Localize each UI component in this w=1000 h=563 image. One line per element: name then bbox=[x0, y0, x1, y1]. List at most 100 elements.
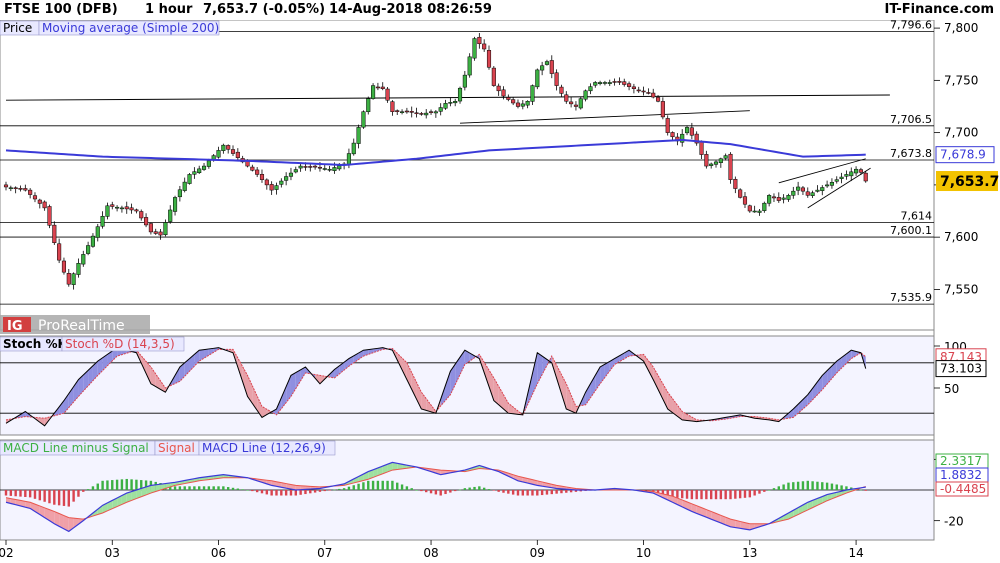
candle-body bbox=[854, 168, 859, 174]
macd-histogram-bar bbox=[705, 490, 708, 500]
macd-histogram-bar bbox=[864, 490, 867, 491]
candle-body bbox=[578, 98, 583, 109]
candle-body bbox=[573, 104, 578, 107]
macd-histogram-bar bbox=[502, 490, 505, 493]
macd-histogram-bar bbox=[719, 490, 723, 500]
candle-body bbox=[115, 206, 120, 209]
candle-body bbox=[636, 89, 641, 92]
macd-histogram-bar bbox=[840, 485, 843, 490]
stoch-tick-label: 50 bbox=[944, 382, 959, 396]
candle-body bbox=[409, 111, 414, 113]
legend-stoch-k: Stoch %K bbox=[3, 337, 67, 351]
candle-body bbox=[829, 182, 834, 186]
candle-body bbox=[443, 103, 448, 109]
candle-body bbox=[134, 209, 139, 212]
macd-histogram-bar bbox=[309, 490, 312, 494]
macd-histogram-bar bbox=[425, 490, 428, 493]
candle-body bbox=[100, 215, 105, 227]
chart-header: FTSE 100 (DFB) 1 hour 7,653.7 (-0.05%) 1… bbox=[0, 0, 1000, 20]
legend-moving-average: Moving average (Simple 200) bbox=[42, 21, 219, 35]
macd-histogram-bar bbox=[188, 486, 191, 490]
candle-body bbox=[371, 85, 376, 99]
prorealtime-watermark: IG ProRealTime bbox=[0, 315, 150, 334]
macd-histogram-bar bbox=[801, 481, 805, 490]
macd-histogram-bar bbox=[545, 490, 549, 495]
current-price-label: 7,653.7 bbox=[940, 174, 999, 190]
candle-body bbox=[177, 189, 182, 198]
macd-histogram-bar bbox=[468, 487, 471, 490]
macd-histogram-bar bbox=[275, 490, 278, 496]
macd-histogram-bar bbox=[318, 490, 322, 492]
candle-body bbox=[486, 50, 492, 68]
macd-signal-value: 2.3317 bbox=[940, 454, 982, 468]
macd-histogram-bar bbox=[405, 486, 409, 490]
macd-histogram-bar bbox=[57, 490, 61, 506]
macd-histogram-bar bbox=[453, 490, 457, 492]
candle-body bbox=[129, 207, 134, 211]
candle-body bbox=[110, 204, 115, 207]
macd-histogram-bar bbox=[676, 490, 679, 498]
macd-histogram-bar bbox=[821, 482, 824, 490]
candle-body bbox=[467, 56, 472, 76]
candle-body bbox=[747, 205, 752, 212]
candle-body bbox=[438, 107, 443, 112]
macd-histogram-bar bbox=[342, 488, 346, 490]
price-level-label: 7,600.1 bbox=[890, 224, 932, 237]
candle-body bbox=[90, 235, 95, 247]
macd-histogram-bar bbox=[560, 490, 563, 494]
macd-tick-label: -20 bbox=[944, 515, 964, 529]
candle-body bbox=[57, 243, 62, 261]
candle-body bbox=[303, 166, 308, 168]
candle-body bbox=[641, 90, 646, 93]
candle-body bbox=[631, 86, 636, 89]
macd-histogram-bar bbox=[743, 490, 747, 498]
candle-body bbox=[723, 155, 728, 159]
candle-body bbox=[462, 74, 467, 88]
candle-body bbox=[86, 245, 91, 254]
candle-body bbox=[385, 88, 390, 101]
macd-histogram-bar bbox=[91, 486, 95, 490]
stoch-legend: Stoch %K Stoch %D (14,3,5) bbox=[0, 336, 185, 352]
macd-histogram-bar bbox=[835, 484, 838, 490]
candle-body bbox=[356, 127, 361, 144]
macd-histogram-bar bbox=[24, 490, 27, 497]
macd-histogram-bar bbox=[265, 490, 269, 495]
macd-histogram-bar bbox=[478, 486, 481, 490]
candle-body bbox=[351, 142, 356, 155]
candle-body bbox=[665, 118, 670, 133]
macd-histogram-bar bbox=[178, 486, 182, 490]
candle-body bbox=[540, 65, 545, 71]
macd-histogram-bar bbox=[362, 482, 365, 490]
x-tick-label: 14 bbox=[848, 546, 863, 560]
macd-histogram-bar bbox=[531, 490, 534, 496]
price-tick-label: 7,600 bbox=[944, 230, 978, 244]
candle-body bbox=[622, 81, 627, 85]
macd-histogram-bar bbox=[482, 487, 486, 490]
macd-histogram-bar bbox=[391, 480, 394, 490]
macd-histogram-bar bbox=[255, 490, 259, 493]
legend-macd-signal: Signal bbox=[158, 441, 195, 455]
candle-body bbox=[810, 192, 815, 196]
candle-body bbox=[192, 171, 197, 175]
candle-body bbox=[42, 201, 47, 209]
candle-body bbox=[235, 151, 240, 158]
macd-histogram-bar bbox=[782, 484, 785, 490]
candle-body bbox=[781, 197, 786, 200]
candle-body bbox=[453, 101, 458, 104]
candle-body bbox=[317, 166, 322, 169]
macd-histogram-bar bbox=[463, 488, 467, 490]
price-level-label: 7,673.8 bbox=[890, 147, 932, 160]
chart-canvas: 7,796.6 7,706.5 7,673.8 7,6147,600.1 7,535.9… bbox=[0, 20, 999, 560]
candle-body bbox=[583, 90, 588, 100]
candle-body bbox=[404, 110, 409, 113]
candle-body bbox=[491, 67, 496, 86]
candle-body bbox=[419, 113, 424, 115]
macd-histogram-bar bbox=[135, 479, 138, 490]
macd-histogram-bar bbox=[106, 480, 109, 490]
macd-histogram-bar bbox=[338, 488, 341, 490]
macd-histogram-bar bbox=[33, 490, 37, 499]
x-tick-label: 10 bbox=[636, 546, 651, 560]
macd-histogram-bar bbox=[444, 490, 447, 495]
macd-histogram-bar bbox=[28, 490, 32, 498]
macd-histogram-bar bbox=[400, 484, 404, 490]
